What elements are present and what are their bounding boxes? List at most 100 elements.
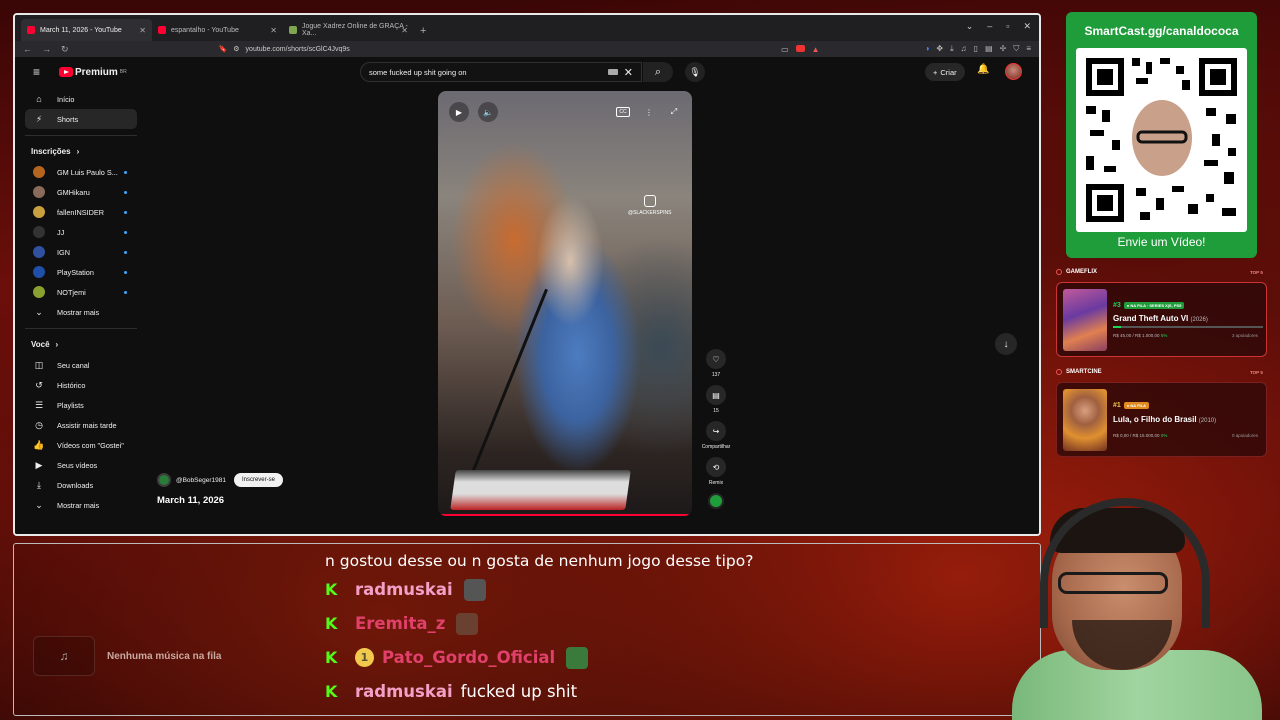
bookmark-icon[interactable]: 🔖 <box>219 45 228 53</box>
voice-search-button[interactable]: 🎙 <box>685 62 705 82</box>
chat-message: Kradmuskai fucked up shit <box>325 675 753 708</box>
browser-tab-chess[interactable]: Jogue Xadrez Online de GRAÇA - Xa... ✕ <box>283 19 414 41</box>
screen-cast-icon[interactable]: ▭ <box>781 45 789 54</box>
sidebar-you-item[interactable]: ⌄ Mostrar mais <box>25 495 137 515</box>
bullet-icon <box>1056 369 1062 375</box>
like-button[interactable]: ♡ 137 <box>701 349 731 378</box>
menu-icon[interactable]: ≡ <box>1026 44 1031 54</box>
divider <box>25 328 137 329</box>
extensions-icon[interactable]: ✥ <box>936 44 943 54</box>
sidebar-you-item[interactable]: ↺ Histórico <box>25 375 137 395</box>
close-window-icon[interactable]: ✕ <box>1023 21 1031 32</box>
tab-list-icon[interactable]: ⌄ <box>966 21 974 32</box>
qr-code-image <box>1076 48 1247 232</box>
remix-button[interactable]: ⟲ Remix <box>701 457 731 486</box>
sound-avatar <box>708 493 724 509</box>
url-field[interactable]: 🔖 ⚙ youtube.com/shorts/scGlC4Jvq9s <box>219 43 772 55</box>
video-title[interactable]: March 11, 2026 <box>157 495 224 506</box>
comment-count: 15 <box>713 408 719 414</box>
keyboard-icon[interactable] <box>607 69 618 75</box>
subscriptions-heading[interactable]: Inscrições › <box>25 140 137 162</box>
youtube-premium-logo[interactable]: Premium BR <box>59 67 127 78</box>
downloads-icon[interactable]: ⤓ <box>950 44 954 54</box>
channel-avatar <box>33 246 45 258</box>
create-button[interactable]: + Criar <box>925 63 965 81</box>
sidebar-subscription-item[interactable]: GM Luis Paulo S... <box>25 162 137 182</box>
sidebar-show-more-subs[interactable]: ⌄ Mostrar mais <box>25 302 137 322</box>
sidebar-subscription-item[interactable]: fallenINSIDER <box>25 202 137 222</box>
video-progress-bar[interactable] <box>438 514 692 516</box>
maximize-icon[interactable]: ▫ <box>1006 21 1009 32</box>
more-options-icon[interactable]: ⋮ <box>639 102 659 122</box>
play-button[interactable]: ▶ <box>449 102 469 122</box>
sidebar-subscription-item[interactable]: GMHikaru <box>25 182 137 202</box>
back-icon[interactable]: ← <box>23 44 32 54</box>
remix-icon: ⟲ <box>706 457 726 477</box>
sidebar-you-item[interactable]: ☰ Playlists <box>25 395 137 415</box>
youtube-logo-icon <box>59 67 73 77</box>
share-button[interactable]: ↪ Compartilhar <box>701 421 731 450</box>
close-tab-icon[interactable]: ✕ <box>401 26 408 35</box>
search-button[interactable]: ⌕ <box>643 62 673 82</box>
subscribe-button[interactable]: Inscrever-se <box>233 473 283 487</box>
clear-search-icon[interactable]: ✕ <box>624 66 633 79</box>
channel-avatar[interactable] <box>157 473 171 487</box>
fullscreen-icon[interactable]: ⤢ <box>664 102 684 122</box>
volume-button[interactable]: 🔈 <box>478 102 498 122</box>
sidebar-you-item[interactable]: ▶ Seus vídeos <box>25 455 137 475</box>
minimize-icon[interactable]: – <box>987 21 992 32</box>
sidebar-you-item[interactable]: ⤓ Downloads <box>25 475 137 495</box>
close-tab-icon[interactable]: ✕ <box>270 26 277 35</box>
media-icon[interactable]: ♫ <box>961 44 967 54</box>
arrow-down-icon: ↓ <box>1003 338 1009 350</box>
chat-emote-icon <box>456 612 479 635</box>
hamburger-menu-icon[interactable]: ≡ <box>33 65 47 79</box>
home-icon: ⌂ <box>36 94 42 104</box>
comments-button[interactable]: ▤ 15 <box>701 385 731 414</box>
new-tab-icon[interactable]: + <box>420 25 426 37</box>
sidebar-subscription-item[interactable]: PlayStation <box>25 262 137 282</box>
forward-icon[interactable]: → <box>42 44 51 54</box>
browser-tab-youtube[interactable]: espantalho - YouTube ✕ <box>152 19 283 41</box>
rewards-icon[interactable]: ▲ <box>812 45 820 54</box>
instagram-icon <box>643 195 656 207</box>
wallet-icon[interactable]: ▤ <box>985 44 993 54</box>
reload-icon[interactable]: ↻ <box>61 44 69 55</box>
like-count: 137 <box>711 372 721 378</box>
notifications-bell-icon[interactable]: 🔔 <box>977 64 989 75</box>
browser-tab-youtube-active[interactable]: March 11, 2026 - YouTube ✕ <box>21 19 152 41</box>
sidebar-item-shorts[interactable]: ⚡ Shorts <box>25 109 137 129</box>
smartcine-supporters: 0 apoiadores <box>1231 433 1258 438</box>
sidebar-subscription-item[interactable]: IGN <box>25 242 137 262</box>
chat-emote-icon <box>463 578 486 601</box>
you-heading[interactable]: Você › <box>25 333 137 355</box>
chat-username: radmuskai <box>355 682 453 701</box>
translate-icon[interactable]: ◑ <box>925 44 930 54</box>
site-info-icon[interactable]: ⚙ <box>233 45 239 53</box>
brave-shield-icon[interactable] <box>795 44 805 52</box>
sidebar-you-item[interactable]: ◫ Seu canal <box>25 355 137 375</box>
sidebar-you-item[interactable]: 👍 Vídeos com "Gostei" <box>25 435 137 455</box>
gameflix-supporters: 3 apoiadores <box>1231 333 1258 338</box>
channel-name[interactable]: @BobSeger1981 <box>176 477 226 484</box>
channel-avatar <box>33 166 45 178</box>
shorts-video-player[interactable]: ▶ 🔈 CC ⋮ ⤢ @SLACKERSPINS <box>438 91 692 516</box>
account-avatar[interactable] <box>1005 63 1022 80</box>
sound-button[interactable] <box>701 493 731 509</box>
sidebar-subscription-item[interactable]: JJ <box>25 222 137 242</box>
close-tab-icon[interactable]: ✕ <box>139 26 146 35</box>
captions-icon[interactable]: CC <box>616 107 630 117</box>
lula-poster-image <box>1063 389 1107 451</box>
window-controls: ⌄ – ▫ ✕ <box>966 21 1031 32</box>
shield-icon[interactable]: ⛉ <box>1013 44 1019 54</box>
next-short-button[interactable]: ↓ <box>995 333 1017 355</box>
sidebar-icon[interactable]: ▯ <box>974 44 978 54</box>
sidebar-subscription-item[interactable]: NOTjemi <box>25 282 137 302</box>
sidebar-you-item[interactable]: ◷ Assistir mais tarde <box>25 415 137 435</box>
sidebar-item-home[interactable]: ⌂ Início <box>25 89 137 109</box>
vpn-icon[interactable]: ✢ <box>1000 44 1007 54</box>
gameflix-title-row: Grand Theft Auto VI (2026) <box>1113 314 1208 323</box>
youtube-page: ≡ Premium BR some fucked up shit going o… <box>15 57 1039 534</box>
channel-avatar <box>33 226 45 238</box>
search-input[interactable]: some fucked up shit going on ✕ <box>360 62 642 82</box>
